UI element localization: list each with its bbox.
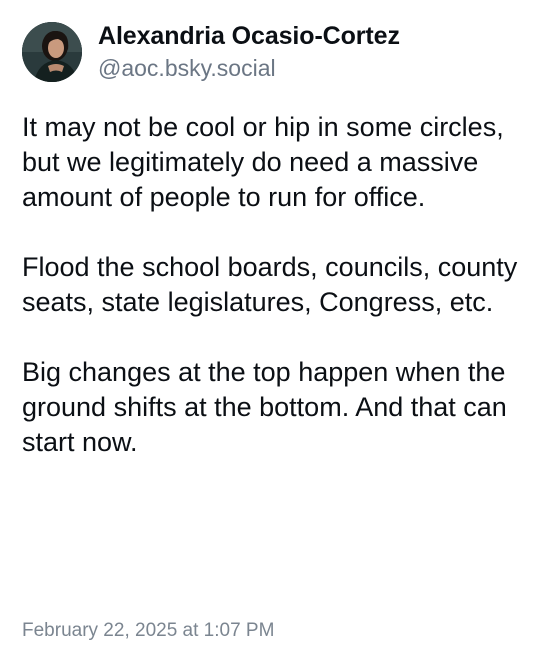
post-timestamp[interactable]: February 22, 2025 at 1:07 PM	[22, 619, 274, 643]
author-display-name[interactable]: Alexandria Ocasio-Cortez	[98, 21, 400, 51]
post-header: Alexandria Ocasio-Cortez @aoc.bsky.socia…	[22, 22, 400, 82]
avatar[interactable]	[22, 22, 82, 82]
post-paragraph: Flood the school boards, councils, count…	[22, 252, 518, 317]
post-text: It may not be cool or hip in some circle…	[22, 110, 522, 460]
author-info: Alexandria Ocasio-Cortez @aoc.bsky.socia…	[98, 21, 400, 83]
post-card: Alexandria Ocasio-Cortez @aoc.bsky.socia…	[0, 0, 540, 655]
profile-photo-icon	[22, 22, 82, 82]
post-paragraph: It may not be cool or hip in some circle…	[22, 112, 504, 212]
author-handle[interactable]: @aoc.bsky.social	[98, 53, 400, 83]
post-paragraph: Big changes at the top happen when the g…	[22, 357, 507, 457]
